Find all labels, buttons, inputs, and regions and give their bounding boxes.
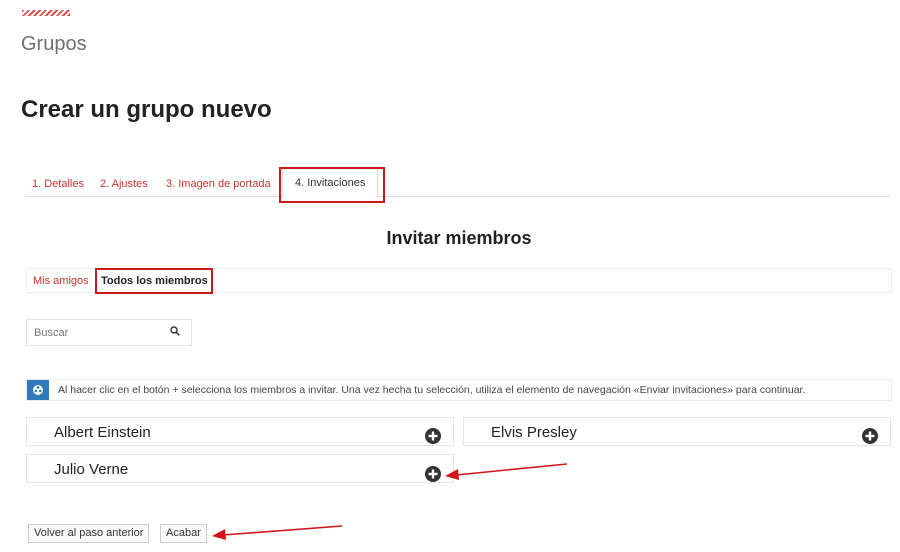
invite-heading: Invitar miembros — [386, 228, 532, 248]
page-title: Crear un grupo nuevo — [21, 96, 272, 123]
info-icon — [27, 380, 49, 400]
member-card: Julio Verne — [26, 454, 454, 483]
group-steps-nav: 1. Detalles 2. Ajustes 3. Imagen de port… — [26, 168, 890, 198]
member-name: Julio Verne — [54, 461, 129, 478]
plus-circle-icon[interactable] — [862, 428, 878, 444]
search-icon[interactable] — [170, 326, 180, 336]
tab-settings[interactable]: 2. Ajustes — [100, 178, 148, 190]
arrow-to-add-member — [445, 463, 568, 480]
member-name: Elvis Presley — [491, 424, 577, 441]
finish-button[interactable]: Acabar — [160, 524, 207, 543]
back-button[interactable]: Volver al paso anterior — [28, 524, 150, 543]
member-card: Elvis Presley — [463, 417, 891, 446]
tab-cover-image[interactable]: 3. Imagen de portada — [166, 178, 271, 190]
members-subnav: Mis amigos Todos los miembros — [26, 268, 892, 293]
search-input[interactable] — [27, 320, 157, 345]
plus-circle-icon[interactable] — [425, 466, 441, 482]
subtab-all-members[interactable]: Todos los miembros — [101, 275, 208, 287]
member-card: Albert Einstein — [26, 417, 454, 446]
site-logo-stripes — [22, 10, 70, 16]
member-search — [26, 319, 192, 346]
plus-circle-icon[interactable] — [425, 428, 441, 444]
info-message: Al hacer clic en el botón + selecciona l… — [26, 379, 892, 401]
tab-details[interactable]: 1. Detalles — [32, 178, 84, 190]
info-text: Al hacer clic en el botón + selecciona l… — [58, 384, 806, 396]
member-name: Albert Einstein — [54, 424, 151, 441]
subtab-my-friends[interactable]: Mis amigos — [33, 275, 89, 287]
arrow-to-finish-button — [212, 525, 343, 540]
section-title: Grupos — [21, 33, 87, 55]
tab-invitations[interactable]: 4. Invitaciones — [282, 168, 379, 198]
